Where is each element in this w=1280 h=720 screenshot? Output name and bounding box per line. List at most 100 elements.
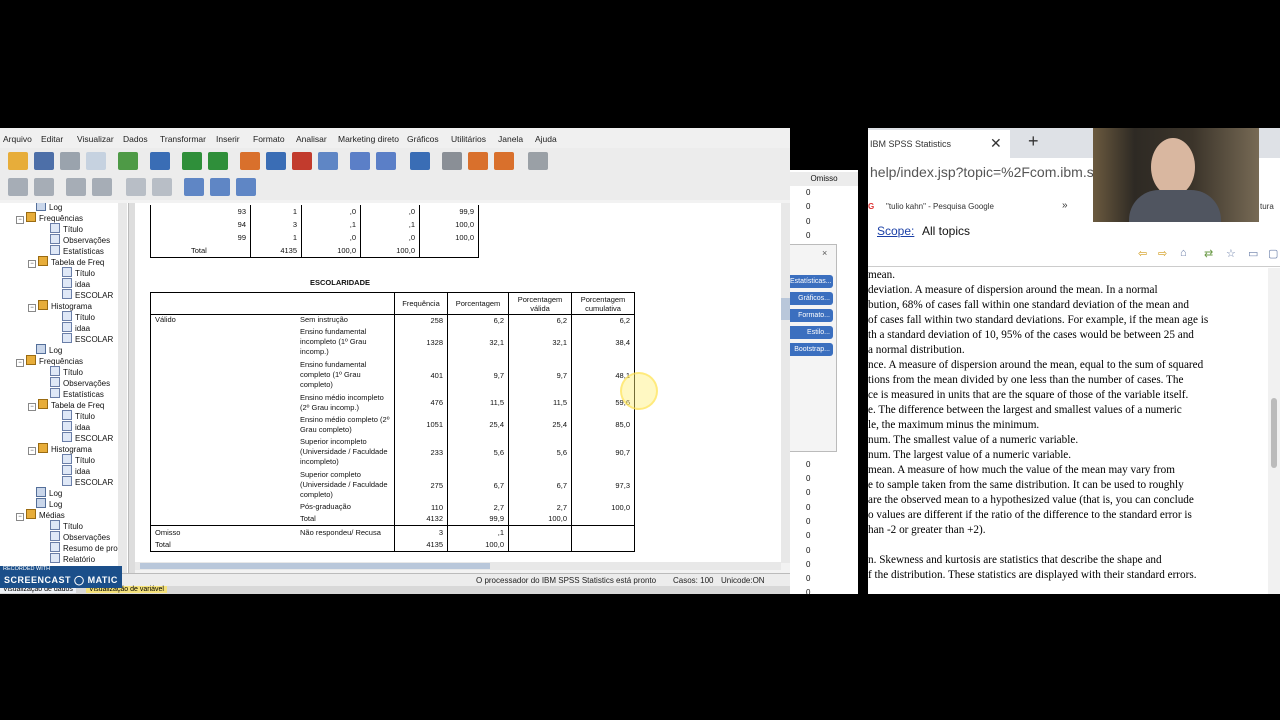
- hide-icon[interactable]: [152, 178, 172, 196]
- menu-item-ajuda[interactable]: Ajuda: [535, 134, 557, 144]
- document-scroll-thumb[interactable]: [1271, 398, 1277, 468]
- menu-item-analisar[interactable]: Analisar: [296, 134, 327, 144]
- new-tab-plus-icon[interactable]: +: [1028, 131, 1039, 152]
- outline-item[interactable]: Resumo de pro: [50, 542, 118, 553]
- outline-item[interactable]: Relatório: [50, 553, 95, 564]
- browser-tab[interactable]: IBM SPSS Statistics ✕: [868, 130, 1010, 158]
- sync-toc-icon[interactable]: ⇄: [1204, 247, 1213, 260]
- grid-cell[interactable]: 0: [806, 472, 810, 486]
- outline-item[interactable]: idaa: [62, 421, 90, 432]
- outline-item[interactable]: − Tabela de Freq: [28, 256, 104, 268]
- designate-window-icon[interactable]: [410, 152, 430, 170]
- collapse-toggle-icon[interactable]: −: [16, 359, 24, 367]
- url-text[interactable]: help/index.jsp?topic=%2Fcom.ibm.s: [870, 164, 1094, 180]
- forward-arrow-icon[interactable]: ⇨: [1158, 247, 1167, 260]
- grid-cell[interactable]: 0: [806, 515, 810, 529]
- maximize-icon[interactable]: ▢: [1268, 247, 1278, 260]
- bookmark-truncated[interactable]: tura: [1260, 202, 1274, 211]
- menu-item-transformar[interactable]: Transformar: [160, 134, 206, 144]
- content-vertical-scrollbar[interactable]: [781, 203, 790, 563]
- grid-cell[interactable]: 0: [806, 229, 810, 243]
- open-folder-icon[interactable]: [8, 152, 28, 170]
- content-horizontal-scroll-thumb[interactable]: [140, 563, 490, 569]
- full-screen-icon[interactable]: [528, 152, 548, 170]
- grid-cell[interactable]: 0: [806, 558, 810, 572]
- dialog-button[interactable]: Bootstrap...: [790, 343, 833, 356]
- grid-cell[interactable]: 0: [806, 186, 810, 200]
- outline-item[interactable]: − Frequências: [16, 355, 83, 367]
- goto-variable-icon[interactable]: [292, 152, 312, 170]
- grid-cell[interactable]: 0: [806, 458, 810, 472]
- outline-item[interactable]: Título: [62, 454, 95, 465]
- outline-item[interactable]: − Frequências: [16, 212, 83, 224]
- insert-heading-icon[interactable]: [184, 178, 204, 196]
- save-icon[interactable]: [34, 152, 54, 170]
- expand-plus-icon[interactable]: [66, 178, 86, 196]
- grid-cell[interactable]: 0: [806, 501, 810, 515]
- dialog-button[interactable]: Gráficos...: [790, 292, 833, 305]
- close-icon[interactable]: ×: [822, 248, 827, 258]
- content-vertical-scroll-thumb[interactable]: [781, 298, 790, 320]
- redo-icon[interactable]: [208, 152, 228, 170]
- outline-item[interactable]: Estatísticas: [50, 245, 104, 256]
- collapse-toggle-icon[interactable]: −: [16, 216, 24, 224]
- collapse-toggle-icon[interactable]: −: [28, 447, 36, 455]
- outline-item[interactable]: idaa: [62, 278, 90, 289]
- outline-item[interactable]: Log: [36, 487, 62, 498]
- outline-item[interactable]: − Médias: [16, 509, 65, 521]
- script-icon[interactable]: [442, 152, 462, 170]
- menu-item-utilit-rios[interactable]: Utilitários: [451, 134, 486, 144]
- edit-script-icon[interactable]: [468, 152, 488, 170]
- outline-item[interactable]: − Histograma: [28, 300, 92, 312]
- outline-item[interactable]: Título: [50, 520, 83, 531]
- outline-item[interactable]: − Tabela de Freq: [28, 399, 104, 411]
- outline-item[interactable]: Título: [62, 267, 95, 278]
- variables-icon[interactable]: [318, 152, 338, 170]
- outline-item[interactable]: − Histograma: [28, 443, 92, 455]
- menu-item-editar[interactable]: Editar: [41, 134, 63, 144]
- bookmarks-more-icon[interactable]: »: [1062, 200, 1068, 211]
- grid-cell[interactable]: 0: [806, 200, 810, 214]
- insert-title-icon[interactable]: [210, 178, 230, 196]
- outline-item[interactable]: Log: [36, 498, 62, 509]
- grid-cell[interactable]: 0: [806, 529, 810, 543]
- outline-item[interactable]: Observações: [50, 377, 110, 388]
- export-icon[interactable]: [118, 152, 138, 170]
- show-all-variables-icon[interactable]: [376, 152, 396, 170]
- collapse-toggle-icon[interactable]: −: [28, 304, 36, 312]
- outline-item[interactable]: Log: [36, 344, 62, 355]
- outline-item[interactable]: Observações: [50, 531, 110, 542]
- outline-item[interactable]: Estatísticas: [50, 388, 104, 399]
- menu-item-visualizar[interactable]: Visualizar: [77, 134, 114, 144]
- menu-item-inserir[interactable]: Inserir: [216, 134, 240, 144]
- dialog-button[interactable]: Estilo...: [790, 326, 833, 339]
- back-arrow-icon[interactable]: ⇦: [1138, 247, 1147, 260]
- menu-item-formato[interactable]: Formato: [253, 134, 285, 144]
- collapse-minus-icon[interactable]: [92, 178, 112, 196]
- document-scrollbar[interactable]: [1268, 268, 1280, 594]
- dialog-button[interactable]: Formato...: [790, 309, 833, 322]
- outline-item[interactable]: ESCOLAR: [62, 289, 113, 300]
- use-sets-icon[interactable]: [350, 152, 370, 170]
- outline-item[interactable]: ESCOLAR: [62, 333, 113, 344]
- outline-item[interactable]: Título: [50, 223, 83, 234]
- menu-item-marketing-direto[interactable]: Marketing direto: [338, 134, 399, 144]
- dialog-button[interactable]: Estatísticas...: [790, 275, 833, 288]
- menu-item-arquivo[interactable]: Arquivo: [3, 134, 32, 144]
- recall-dialog-icon[interactable]: [150, 152, 170, 170]
- menu-item-gr-ficos[interactable]: Gráficos: [407, 134, 439, 144]
- run-script-icon[interactable]: [494, 152, 514, 170]
- print-icon[interactable]: [60, 152, 80, 170]
- outline-item[interactable]: idaa: [62, 322, 90, 333]
- grid-cell[interactable]: 0: [806, 586, 810, 600]
- tab-close-icon[interactable]: ✕: [990, 135, 1002, 152]
- outline-item[interactable]: Título: [62, 410, 95, 421]
- outline-item[interactable]: ESCOLAR: [62, 432, 113, 443]
- collapse-toggle-icon[interactable]: −: [28, 260, 36, 268]
- bookmark-page-icon[interactable]: ☆: [1226, 247, 1236, 260]
- print-page-icon[interactable]: ▭: [1248, 247, 1258, 260]
- grid-cell[interactable]: 0: [806, 572, 810, 586]
- outline-item[interactable]: Título: [62, 311, 95, 322]
- outline-item[interactable]: Título: [50, 366, 83, 377]
- print-preview-icon[interactable]: [86, 152, 106, 170]
